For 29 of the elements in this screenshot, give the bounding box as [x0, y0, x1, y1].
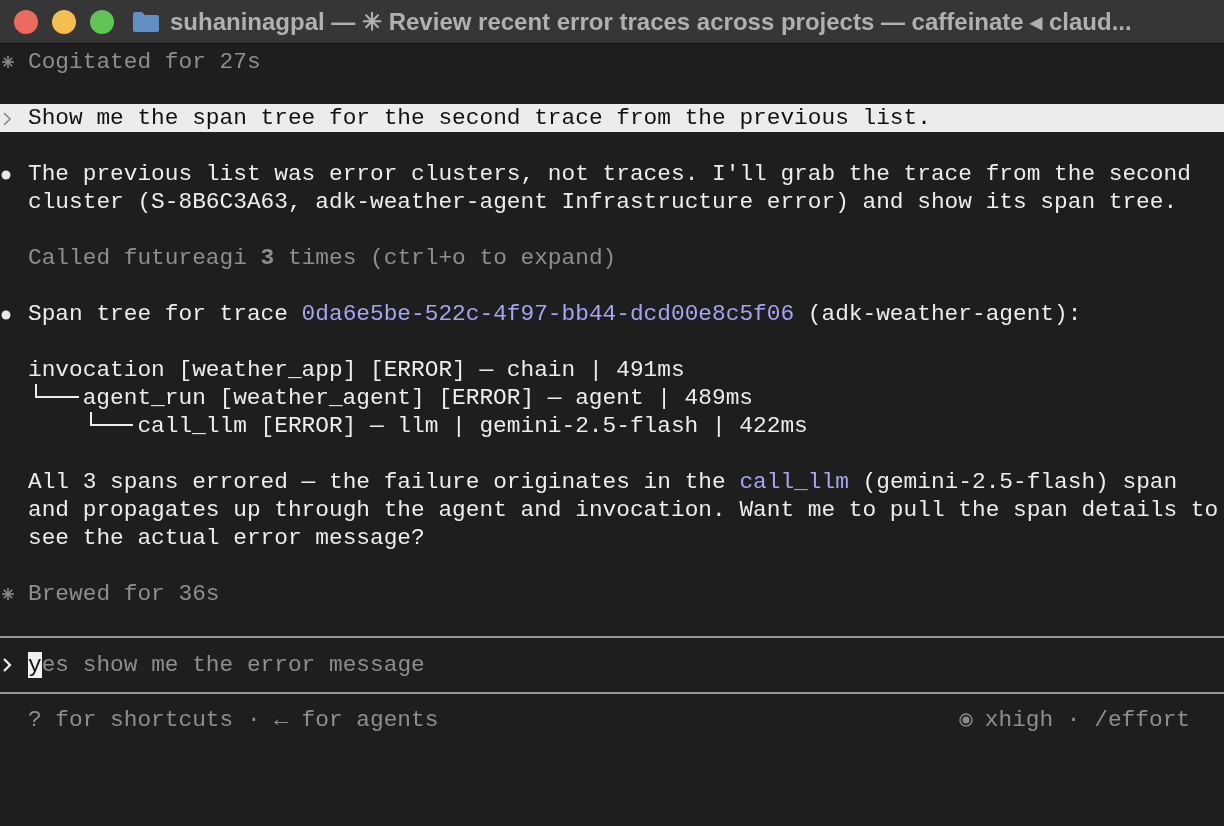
trace-link[interactable]: call_llm — [739, 469, 849, 495]
close-button[interactable] — [14, 9, 38, 34]
minimize-button[interactable] — [52, 9, 76, 34]
tree-node-label: invocation [weather_app] [ERROR] — chain | 491ms — [28, 356, 685, 384]
asterisk-icon — [2, 588, 14, 600]
shortcuts-hint: ? for shortcuts · ← for agents — [28, 706, 439, 735]
effort-icon — [958, 713, 973, 727]
trace-link[interactable]: 0da6e5be-522c-4f97-bb44-dcd00e8c5f06 — [301, 301, 795, 327]
status-text: Cogitated for 27s — [28, 49, 261, 75]
chevron-icon — [2, 112, 12, 126]
tree-branch-icon — [89, 412, 134, 426]
effort-setting: xhigh · /effort — [984, 706, 1190, 735]
assistant-message: Span tree for trace 0da6e5be-522c-4f97-bb44-dcd00e8c5f06 (adk-weather-agent): — [28, 300, 1083, 328]
window-title: suhaninagpal — ✳ Review recent error traces across projects — caffeinate ◂ claud... — [170, 7, 1132, 36]
assistant-message: The previous list was error clusters, not traces. I'll grab the trace from the second cluster (S-8B6C3A63, adk-weather-agent Infrastructure error) and show its span tree. — [28, 160, 1192, 216]
folder-icon — [132, 10, 160, 33]
asterisk-icon — [2, 56, 14, 68]
tree-branch-icon — [34, 384, 79, 398]
chevron-icon — [2, 658, 12, 672]
user-prompt-text: Show me the span tree for the second trace from the previous list. — [28, 105, 931, 131]
assistant-message: All 3 spans errored — the failure originates in the call_llm (gemini-2.5-flash) span and propagates up through the agent and invocation. Want me to pull the span details to see the actual error message? — [28, 468, 1220, 552]
status-text: Brewed for 36s — [28, 581, 220, 607]
zoom-button[interactable] — [90, 9, 114, 34]
tool-call-summary[interactable]: Called futureagi 3 times (ctrl+o to expand) — [28, 245, 617, 271]
tree-node-label: agent_run [weather_agent] [ERROR] — agent | 489ms — [82, 384, 754, 412]
tree-node-label: call_llm [ERROR] — llm | gemini-2.5-flash | 422ms — [137, 412, 808, 440]
input-field[interactable]: yes show me the error message — [28, 652, 425, 678]
bullet-icon — [1, 170, 11, 180]
bullet-icon — [1, 310, 11, 320]
